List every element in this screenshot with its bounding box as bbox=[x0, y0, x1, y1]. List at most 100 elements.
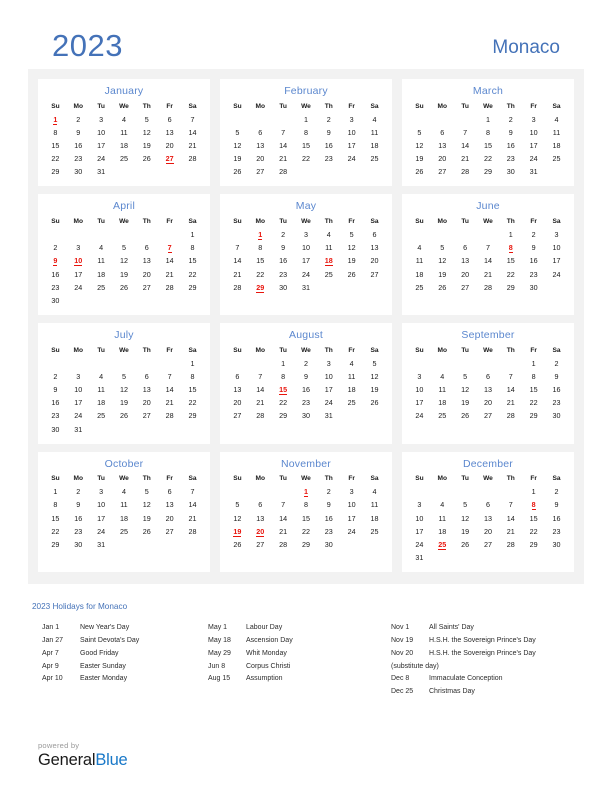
day-cell: 2 bbox=[508, 114, 513, 124]
week-row: 24 25 26 27 28 29 30 bbox=[408, 409, 568, 422]
day-cell: 23 bbox=[529, 269, 538, 279]
weekday-header-we: We bbox=[119, 102, 129, 110]
day-cell: 31 bbox=[97, 540, 106, 550]
week-row: 16 17 18 19 20 21 22 bbox=[44, 396, 204, 409]
day-cell: 14 bbox=[483, 256, 492, 266]
day-cell-empty bbox=[226, 228, 249, 241]
day-cell: 11 bbox=[552, 127, 561, 137]
day-cell: 25 bbox=[324, 269, 333, 279]
day-cell: 24 bbox=[347, 154, 356, 164]
holiday-day-number: 15 bbox=[279, 385, 288, 396]
day-cell: 2 bbox=[554, 358, 559, 368]
day-cell: 7 bbox=[167, 371, 172, 381]
day-cell: 29 bbox=[529, 540, 538, 550]
day-cell-empty bbox=[226, 113, 249, 126]
day-cell: 14 bbox=[279, 513, 288, 523]
day-cell: 29 bbox=[301, 540, 310, 550]
day-cell-empty bbox=[408, 357, 431, 370]
day-cell: 18 bbox=[438, 398, 447, 408]
day-cell: 24 bbox=[97, 154, 106, 164]
day-cell: 16 bbox=[301, 385, 310, 395]
day-cell: 30 bbox=[552, 411, 561, 421]
month-card-october: October Su Mo Tu We Th Fr Sa 1 2 3 4 5 6 7 8 9 10 11 12 13 14… bbox=[38, 451, 210, 573]
day-cell: 4 bbox=[417, 243, 422, 253]
weekday-header-we: We bbox=[483, 346, 493, 354]
weekday-header-mo: Mo bbox=[73, 475, 84, 483]
month-grid: Su Mo Tu We Th Fr Sa 1 2 3 4 5 6 7 8 9 10 11 12 13 14 15 16 17… bbox=[408, 216, 568, 293]
weekday-header-su: Su bbox=[415, 102, 424, 110]
day-cell: 3 bbox=[76, 243, 81, 253]
month-title: October bbox=[104, 457, 144, 470]
day-cell: 24 bbox=[301, 269, 310, 279]
day-cell: 11 bbox=[438, 385, 446, 395]
brand-logo: GeneralBlue bbox=[38, 751, 128, 770]
weekday-header-row: Su Mo Tu We Th Fr Sa bbox=[226, 345, 386, 357]
day-cell: 27 bbox=[461, 282, 470, 292]
brand-name-general: General bbox=[38, 751, 96, 769]
week-row: 12 bbox=[408, 357, 568, 370]
weekday-header-sa: Sa bbox=[370, 475, 379, 483]
weekday-header-we: We bbox=[301, 346, 311, 354]
week-row: 29 30 31 bbox=[44, 538, 204, 551]
day-cell-empty bbox=[317, 165, 340, 178]
weekday-header-th: Th bbox=[506, 102, 515, 110]
holiday-legend-item: Apr 9 Easter Sunday bbox=[42, 661, 208, 674]
weekday-header-su: Su bbox=[233, 217, 242, 225]
day-cell: 17 bbox=[97, 513, 106, 523]
week-row: 15 16 17 18 19 20 21 bbox=[44, 139, 204, 152]
day-cell-holiday: 27 bbox=[158, 152, 181, 165]
week-row: 17 18 19 20 21 22 23 bbox=[408, 525, 568, 538]
weekday-header-mo: Mo bbox=[437, 346, 448, 354]
day-cell: 11 bbox=[325, 243, 333, 253]
holidays-section: 2023 Holidays for Monaco Jan 1 New Year's… bbox=[28, 602, 584, 698]
day-cell-empty bbox=[158, 423, 181, 436]
weekday-header-th: Th bbox=[142, 102, 151, 110]
weekday-header-fr: Fr bbox=[530, 217, 537, 225]
week-row: 7 8 9 10 11 12 13 bbox=[226, 241, 386, 254]
month-grid: Su Mo Tu We Th Fr Sa 1 2 3 4 5 6 7 8 9 10 11 12 13 14 15 16 17… bbox=[408, 101, 568, 178]
day-cell-empty bbox=[158, 357, 181, 370]
day-cell-empty bbox=[226, 357, 249, 370]
day-cell: 4 bbox=[440, 371, 445, 381]
week-row: 1 bbox=[44, 228, 204, 241]
month-title: February bbox=[284, 85, 328, 97]
day-cell: 6 bbox=[258, 500, 263, 510]
weekday-header-mo: Mo bbox=[255, 217, 266, 225]
day-cell: 17 bbox=[324, 385, 333, 395]
holiday-day-number: 1 bbox=[303, 487, 308, 498]
week-row: 1 2 3 4 5 6 7 bbox=[44, 113, 204, 126]
weekday-header-su: Su bbox=[233, 475, 242, 483]
month-title: April bbox=[112, 200, 135, 213]
holiday-day-number: 20 bbox=[256, 526, 265, 537]
day-cell: 25 bbox=[119, 526, 128, 536]
month-title: January bbox=[104, 85, 144, 97]
weekday-header-we: We bbox=[119, 217, 129, 225]
holiday-legend-item: Dec 8 Immaculate Conception bbox=[391, 673, 581, 686]
day-cell-empty bbox=[340, 281, 363, 294]
day-cell-empty bbox=[363, 165, 386, 178]
day-cell: 17 bbox=[74, 398, 83, 408]
week-row: 2 3 4 5 6 7 8 bbox=[44, 370, 204, 383]
day-cell: 12 bbox=[415, 140, 424, 150]
weekday-header-we: We bbox=[483, 475, 493, 483]
weekday-header-su: Su bbox=[51, 475, 60, 483]
holiday-legend-date: May 29 bbox=[208, 649, 231, 657]
day-cell: 12 bbox=[461, 385, 470, 395]
day-cell: 12 bbox=[233, 513, 242, 523]
weekday-header-sa: Sa bbox=[188, 102, 197, 110]
weekday-header-sa: Sa bbox=[370, 346, 379, 354]
day-cell: 6 bbox=[144, 243, 149, 253]
weekday-header-th: Th bbox=[506, 217, 515, 225]
day-cell: 12 bbox=[142, 500, 151, 510]
day-cell-empty bbox=[249, 113, 272, 126]
holiday-legend-date: Apr 9 bbox=[42, 662, 59, 670]
day-cell-empty bbox=[477, 551, 500, 564]
day-cell-holiday: 15 bbox=[272, 383, 295, 396]
day-cell: 5 bbox=[144, 487, 149, 497]
week-row: 1 2 3 4 5 bbox=[226, 357, 386, 370]
day-cell: 12 bbox=[461, 513, 470, 523]
weekday-header-mo: Mo bbox=[437, 102, 448, 110]
day-cell: 24 bbox=[415, 411, 424, 421]
holiday-legend-date: Aug 15 bbox=[208, 675, 231, 683]
day-cell: 3 bbox=[99, 114, 104, 124]
